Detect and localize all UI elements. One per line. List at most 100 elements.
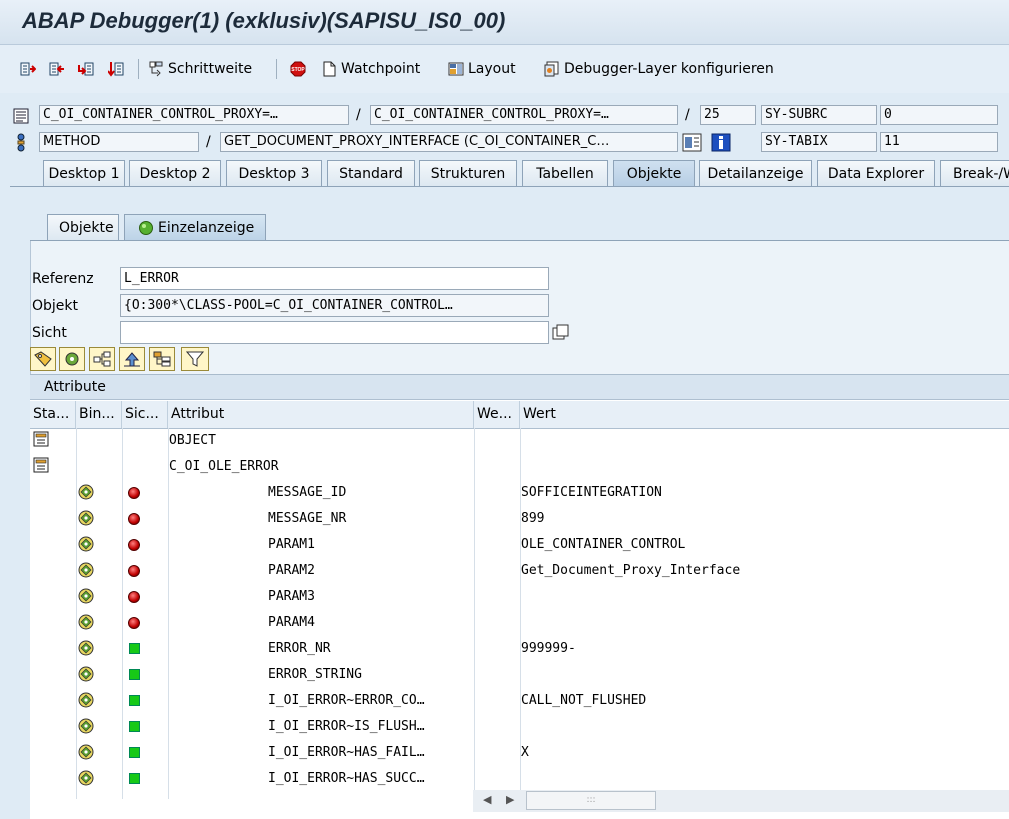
horizontal-scrollbar[interactable]: ◀ ▶ ::: — [473, 790, 1009, 812]
table-row[interactable]: OBJECT — [30, 428, 1009, 454]
return-button[interactable] — [78, 59, 94, 79]
referenz-input[interactable]: L_ERROR — [120, 267, 549, 290]
sysvar-name-field[interactable]: SY-SUBRC — [761, 105, 877, 125]
tab-tabellen[interactable]: Tabellen — [522, 160, 608, 186]
table-row[interactable]: I_OI_ERROR~ERROR_CO… CALL_NOT_FLUSHED — [30, 688, 1009, 714]
table-row[interactable]: MESSAGE_ID SOFFICEINTEGRATION — [30, 480, 1009, 506]
scroll-right-icon[interactable]: ▶ — [506, 793, 514, 806]
attribute-value-cell[interactable]: 999999- — [521, 636, 1001, 662]
continue-button[interactable] — [108, 59, 124, 79]
object-attributes-button[interactable] — [59, 347, 85, 371]
attribute-name-cell[interactable]: OBJECT — [169, 428, 469, 454]
step-into-button[interactable] — [20, 59, 36, 79]
tab-standard[interactable]: Standard — [327, 160, 415, 186]
info-icon[interactable] — [711, 133, 731, 152]
col-header-binding[interactable]: Bin... — [76, 401, 122, 428]
attribute-name-cell[interactable]: ERROR_STRING — [268, 662, 472, 688]
col-header-we[interactable]: We... — [474, 401, 520, 428]
sysvar-value-field[interactable]: 0 — [880, 105, 998, 125]
main-program-field[interactable]: C_OI_CONTAINER_CONTROL_PROXY=… — [39, 105, 349, 125]
include-field[interactable]: C_OI_CONTAINER_CONTROL_PROXY=… — [370, 105, 678, 125]
attribute-value-cell[interactable]: Get_Document_Proxy_Interface — [521, 558, 1001, 584]
sysvar2-value-field[interactable]: 11 — [880, 132, 998, 152]
superclass-button[interactable] — [119, 347, 145, 371]
table-row[interactable]: ERROR_STRING — [30, 662, 1009, 688]
filter-button[interactable] — [181, 347, 209, 371]
table-row[interactable]: PARAM3 — [30, 584, 1009, 610]
layout-button[interactable]: Layout — [448, 59, 516, 79]
attribute-value-cell[interactable]: OLE_CONTAINER_CONTROL — [521, 532, 1001, 558]
tab-break-watchpoints[interactable]: Break-/W — [940, 160, 1009, 186]
attribute-name-cell[interactable]: PARAM1 — [268, 532, 472, 558]
table-row[interactable]: I_OI_ERROR~HAS_SUCC… — [30, 766, 1009, 792]
attribute-value-cell[interactable]: 899 — [521, 506, 1001, 532]
hierarchy-button[interactable] — [89, 347, 115, 371]
tab-desktop-2[interactable]: Desktop 2 — [129, 160, 221, 186]
attribute-value-cell[interactable] — [521, 454, 1001, 480]
attribute-value-cell[interactable] — [521, 766, 1001, 792]
col-header-visibility[interactable]: Sic... — [122, 401, 168, 428]
tab-desktop-3[interactable]: Desktop 3 — [226, 160, 322, 186]
tab-strukturen[interactable]: Strukturen — [419, 160, 517, 186]
attribute-name-cell[interactable]: PARAM4 — [268, 610, 472, 636]
attribute-name-cell[interactable]: I_OI_ERROR~HAS_FAIL… — [268, 740, 472, 766]
event-type-field[interactable]: METHOD — [39, 132, 199, 152]
watchpoint-stop-button[interactable]: STOP — [290, 59, 306, 79]
attribute-name-cell[interactable]: I_OI_ERROR~HAS_SUCC… — [268, 766, 472, 792]
attribute-value-cell[interactable]: X — [521, 740, 1001, 766]
table-row[interactable]: PARAM2 Get_Document_Proxy_Interface — [30, 558, 1009, 584]
scroll-left-icon[interactable]: ◀ — [483, 793, 491, 806]
schrittweite-button[interactable]: Schrittweite — [148, 59, 252, 79]
table-row[interactable]: I_OI_ERROR~IS_FLUSH… — [30, 714, 1009, 740]
attribute-name-cell[interactable]: I_OI_ERROR~ERROR_CO… — [268, 688, 472, 714]
tab-detailanzeige[interactable]: Detailanzeige — [699, 160, 812, 186]
attribute-name-cell[interactable]: I_OI_ERROR~IS_FLUSH… — [268, 714, 472, 740]
execute-icon — [49, 62, 64, 76]
line-number-field[interactable]: 25 — [700, 105, 756, 125]
attribute-value-cell[interactable] — [521, 714, 1001, 740]
objekt-field[interactable]: {O:300*\CLASS-POOL=C_OI_CONTAINER_CONTRO… — [120, 294, 549, 317]
table-row[interactable]: PARAM4 — [30, 610, 1009, 636]
col-header-status[interactable]: Sta... — [30, 401, 76, 428]
event-field[interactable]: GET_DOCUMENT_PROXY_INTERFACE (C_OI_CONTA… — [220, 132, 678, 152]
table-row[interactable]: I_OI_ERROR~HAS_FAIL… X — [30, 740, 1009, 766]
attribute-value-cell[interactable] — [521, 584, 1001, 610]
navigate-icon[interactable] — [682, 133, 702, 152]
sysvar2-name-field[interactable]: SY-TABIX — [761, 132, 877, 152]
debugger-layer-button[interactable]: Debugger-Layer konfigurieren — [544, 59, 774, 79]
table-row[interactable]: ERROR_NR 999999- — [30, 636, 1009, 662]
attribute-value-cell[interactable]: SOFFICEINTEGRATION — [521, 480, 1001, 506]
step-into-icon — [20, 62, 36, 76]
subtab-objekte[interactable]: Objekte — [47, 214, 119, 240]
scroll-thumb[interactable]: ::: — [526, 791, 656, 810]
col-header-value[interactable]: Wert — [520, 401, 1009, 428]
attribute-value-cell[interactable] — [521, 428, 1001, 454]
class-node-icon[interactable] — [33, 431, 49, 447]
attribute-name-cell[interactable]: C_OI_OLE_ERROR — [169, 454, 469, 480]
view-popup-icon[interactable] — [552, 324, 570, 342]
col-header-attribute[interactable]: Attribut — [168, 401, 474, 428]
table-row[interactable]: PARAM1 OLE_CONTAINER_CONTROL — [30, 532, 1009, 558]
table-row[interactable]: C_OI_OLE_ERROR — [30, 454, 1009, 480]
attribute-name-cell[interactable]: PARAM3 — [268, 584, 472, 610]
object-instance-icon — [139, 221, 153, 235]
sicht-input[interactable] — [120, 321, 549, 344]
attribute-value-cell[interactable] — [521, 610, 1001, 636]
class-node-icon[interactable] — [33, 457, 49, 473]
subtab-einzelanzeige[interactable]: Einzelanzeige — [124, 214, 266, 240]
type-info-button[interactable] — [30, 347, 56, 371]
tree-button[interactable] — [149, 347, 175, 371]
watchpoint-button[interactable]: Watchpoint — [321, 59, 420, 79]
attribute-name-cell[interactable]: ERROR_NR — [268, 636, 472, 662]
tab-data-explorer[interactable]: Data Explorer — [817, 160, 935, 186]
attribute-name-cell[interactable]: MESSAGE_ID — [268, 480, 472, 506]
tab-objekte[interactable]: Objekte — [613, 160, 695, 186]
attribute-name-cell[interactable]: MESSAGE_NR — [268, 506, 472, 532]
tab-desktop-1[interactable]: Desktop 1 — [43, 160, 125, 186]
table-row[interactable]: MESSAGE_NR 899 — [30, 506, 1009, 532]
attribute-name-cell[interactable]: PARAM2 — [268, 558, 472, 584]
execute-button[interactable] — [49, 59, 65, 79]
attribute-value-cell[interactable]: CALL_NOT_FLUSHED — [521, 688, 1001, 714]
attribute-value-cell[interactable] — [521, 662, 1001, 688]
static-binding-icon — [78, 744, 94, 760]
